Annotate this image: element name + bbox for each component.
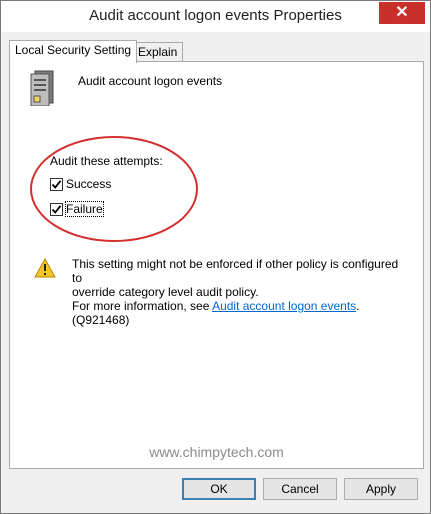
warning-line-3: For more information, see Audit account … <box>72 299 402 327</box>
cancel-button[interactable]: Cancel <box>263 478 337 500</box>
properties-dialog: Audit account logon events Properties ✕ … <box>0 0 431 514</box>
window-title: Audit account logon events Properties <box>89 7 342 24</box>
audit-account-logon-events-link[interactable]: Audit account logon events <box>212 299 356 313</box>
more-info-prefix: For more information, see <box>72 299 213 313</box>
tab-local-security-setting[interactable]: Local Security Setting <box>9 40 137 63</box>
ok-button[interactable]: OK <box>182 478 256 500</box>
success-label[interactable]: Success <box>66 177 111 191</box>
warning-text: This setting might not be enforced if ot… <box>72 257 402 327</box>
policy-name: Audit account logon events <box>78 74 223 88</box>
failure-checkbox[interactable] <box>50 202 63 216</box>
checkmark-icon <box>51 204 62 214</box>
apply-button[interactable]: Apply <box>344 478 418 500</box>
server-icon <box>30 70 54 106</box>
failure-row[interactable]: Failure <box>50 201 104 217</box>
warning-line-1: This setting might not be enforced if ot… <box>72 257 399 285</box>
success-row[interactable]: Success <box>50 176 111 192</box>
close-button[interactable]: ✕ <box>379 2 425 24</box>
title-bar: Audit account logon events Properties ✕ <box>1 1 430 32</box>
warning-line-2: override category level audit policy. <box>72 285 259 299</box>
tab-explain[interactable]: Explain <box>132 42 183 62</box>
checkmark-icon <box>51 179 62 189</box>
watermark: www.chimpytech.com <box>149 444 284 460</box>
audit-attempts-label: Audit these attempts: <box>50 154 163 168</box>
success-checkbox[interactable] <box>50 177 63 191</box>
failure-label[interactable]: Failure <box>65 201 104 217</box>
warning-icon <box>34 258 56 278</box>
tab-panel: Audit account logon events Audit these a… <box>9 61 424 469</box>
